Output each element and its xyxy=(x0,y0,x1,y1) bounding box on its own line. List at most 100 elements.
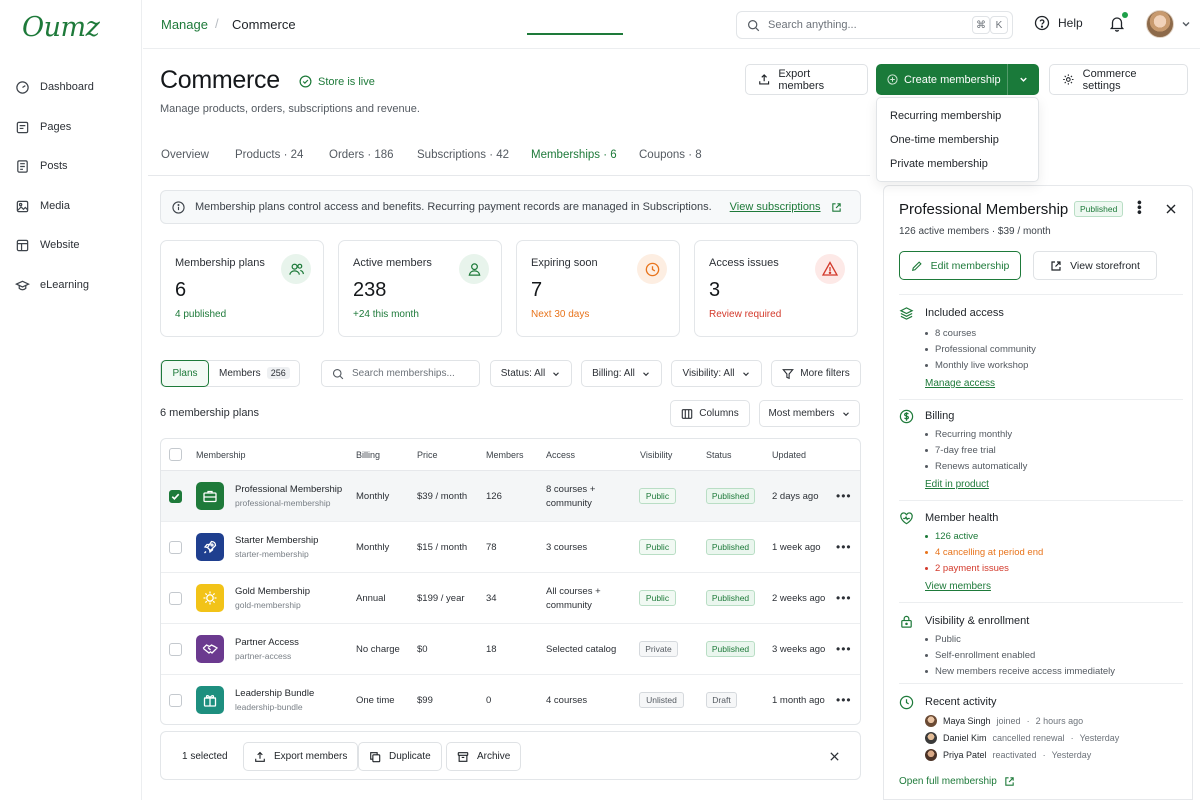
activity-item[interactable]: Daniel Kim cancelled renewal · Yesterday xyxy=(925,732,1119,744)
sidebar-item-dashboard[interactable]: Dashboard xyxy=(15,76,130,98)
tab-orders[interactable]: Orders · 186 xyxy=(329,149,394,161)
tab-subscriptions[interactable]: Subscriptions · 42 xyxy=(417,149,509,161)
list-item-text: 8 courses xyxy=(935,328,977,339)
sidebar-item-pages[interactable]: Pages xyxy=(15,116,130,138)
shortcut-k-key: K xyxy=(990,16,1008,34)
more-actions-icon[interactable]: ••• xyxy=(836,541,852,553)
row-checkbox[interactable] xyxy=(169,643,182,656)
activity-verb: joined xyxy=(996,716,1021,726)
view-subscriptions-link[interactable]: View subscriptions xyxy=(730,201,821,213)
visibility-filter[interactable]: Visibility: All xyxy=(671,360,762,387)
close-icon[interactable] xyxy=(1165,203,1177,215)
tab-coupons[interactable]: Coupons · 8 xyxy=(639,149,702,161)
archive-button[interactable]: Archive xyxy=(446,742,522,771)
archive-icon xyxy=(457,751,469,762)
list-item: 7-day free trial xyxy=(925,445,996,456)
chevron-down-icon[interactable] xyxy=(1180,18,1192,30)
table-row[interactable]: Professional Membership professional-mem… xyxy=(161,471,860,522)
create-membership-main[interactable]: Create membership xyxy=(876,64,1008,95)
sidebar-item-posts[interactable]: Posts xyxy=(15,155,130,177)
column-header[interactable]: Updated xyxy=(772,450,806,460)
activity-item[interactable]: Priya Patel reactivated · Yesterday xyxy=(925,749,1091,761)
membership-name[interactable]: Leadership Bundle xyxy=(235,688,314,699)
stat-card-active-members[interactable]: Active members 238 +24 this month xyxy=(338,240,502,337)
open-full-membership-link[interactable]: Open full membership xyxy=(899,776,1015,787)
view-members-link[interactable]: View members xyxy=(925,581,991,592)
sort-dropdown[interactable]: Most members xyxy=(759,400,860,427)
tab-memberships[interactable]: Memberships · 6 xyxy=(531,149,617,161)
activity-item[interactable]: Maya Singh joined · 2 hours ago xyxy=(925,715,1083,727)
edit-in-product-link[interactable]: Edit in product xyxy=(925,479,989,490)
status-filter[interactable]: Status: All xyxy=(490,360,572,387)
edit-membership-label: Edit membership xyxy=(930,259,1010,272)
column-header[interactable]: Members xyxy=(486,450,524,460)
export-members-button[interactable]: Export members xyxy=(745,64,868,95)
duplicate-button[interactable]: Duplicate xyxy=(358,742,442,771)
column-header[interactable]: Billing xyxy=(356,450,380,460)
view-storefront-button[interactable]: View storefront xyxy=(1033,251,1157,280)
sidebar-item-media[interactable]: Media xyxy=(15,195,130,217)
row-checkbox[interactable] xyxy=(169,592,182,605)
billing-filter[interactable]: Billing: All xyxy=(581,360,662,387)
column-header[interactable]: Membership xyxy=(196,450,246,460)
edit-membership-button[interactable]: Edit membership xyxy=(899,251,1021,280)
info-text: Membership plans control access and bene… xyxy=(195,201,712,213)
more-actions-icon[interactable]: ••• xyxy=(836,694,852,706)
bulk-export-members-button[interactable]: Export members xyxy=(243,742,359,771)
tab-products[interactable]: Products · 24 xyxy=(235,149,303,161)
column-header[interactable]: Visibility xyxy=(640,450,672,460)
table-row[interactable]: Starter Membership starter-membership Mo… xyxy=(161,522,860,573)
manage-access-link[interactable]: Manage access xyxy=(925,378,995,389)
column-header[interactable]: Price xyxy=(417,450,438,460)
stat-card-access-issues[interactable]: Access issues 3 Review required xyxy=(694,240,858,337)
membership-name[interactable]: Partner Access xyxy=(235,637,299,648)
menu-item-one-time-membership[interactable]: One-time membership xyxy=(890,134,999,146)
select-all-checkbox[interactable] xyxy=(169,448,182,461)
membership-name[interactable]: Professional Membership xyxy=(235,484,342,495)
sidebar-item-elearning[interactable]: eLearning xyxy=(15,274,130,296)
panel-subtitle: 126 active members · $39 / month xyxy=(899,226,1051,237)
list-item-text: 126 active xyxy=(935,531,979,542)
global-search-input[interactable]: Search anything... ⌘ K xyxy=(736,11,1013,39)
membership-name[interactable]: Gold Membership xyxy=(235,586,310,597)
tab-overview[interactable]: Overview xyxy=(161,149,209,161)
menu-item-private-membership[interactable]: Private membership xyxy=(890,158,988,170)
create-membership-button[interactable]: Create membership xyxy=(876,64,1039,95)
columns-button[interactable]: Columns xyxy=(670,400,750,427)
stat-card-membership-plans[interactable]: Membership plans 6 4 published xyxy=(160,240,324,337)
more-actions-icon[interactable]: ••• xyxy=(836,490,852,502)
help-button[interactable]: Help xyxy=(1034,15,1083,31)
table-row[interactable]: Partner Access partner-access No charge … xyxy=(161,624,860,675)
user-avatar[interactable] xyxy=(1146,10,1174,38)
price-cell: $15 / month xyxy=(417,542,468,553)
commerce-settings-button[interactable]: Commerce settings xyxy=(1049,64,1188,95)
more-filters-button[interactable]: More filters xyxy=(771,360,861,387)
plans-toggle[interactable]: Plans xyxy=(161,360,209,387)
more-actions-icon[interactable]: ••• xyxy=(836,643,852,655)
row-checkbox[interactable] xyxy=(169,694,182,707)
export-members-label: Export members xyxy=(778,67,825,92)
more-actions-icon[interactable]: ••• xyxy=(836,592,852,604)
column-header[interactable]: Status xyxy=(706,450,732,460)
stat-card-expiring-soon[interactable]: Expiring soon 7 Next 30 days xyxy=(516,240,680,337)
sidebar-item-website[interactable]: Website xyxy=(15,234,130,256)
app-logo[interactable]: Oumz xyxy=(22,12,100,43)
table-row[interactable]: Gold Membership gold-membership Annual $… xyxy=(161,573,860,624)
row-checkbox[interactable] xyxy=(169,490,182,503)
external-link-icon[interactable] xyxy=(831,202,842,213)
table-row[interactable]: Leadership Bundle leadership-bundle One … xyxy=(161,675,860,724)
status-badge: Published xyxy=(706,590,755,606)
membership-name[interactable]: Starter Membership xyxy=(235,535,318,546)
membership-search-input[interactable]: Search memberships... xyxy=(321,360,480,387)
status-badge: Published xyxy=(706,488,755,504)
close-icon[interactable] xyxy=(829,751,840,762)
divider xyxy=(899,683,1183,684)
create-membership-menu-toggle[interactable] xyxy=(1008,74,1039,85)
row-checkbox[interactable] xyxy=(169,541,182,554)
menu-item-recurring-membership[interactable]: Recurring membership xyxy=(890,110,1001,122)
members-toggle[interactable]: Members 256 xyxy=(219,367,290,379)
column-header[interactable]: Access xyxy=(546,450,575,460)
list-item-text: Self-enrollment enabled xyxy=(935,650,1036,661)
more-options-icon[interactable]: ••• xyxy=(1132,200,1148,215)
breadcrumb-manage[interactable]: Manage xyxy=(161,17,208,32)
